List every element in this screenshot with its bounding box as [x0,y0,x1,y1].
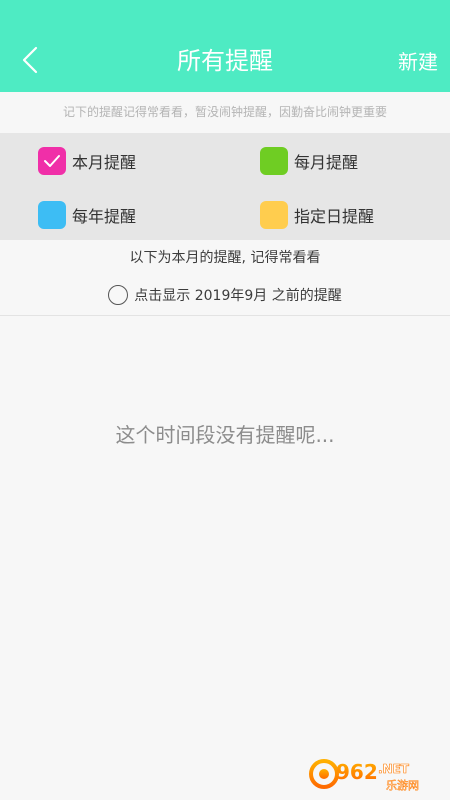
legend-item-this-month[interactable]: 本月提醒 [38,146,136,176]
legend-item-specific-date[interactable]: 指定日提醒 [260,200,374,230]
legend-item-yearly[interactable]: 每年提醒 [38,200,136,230]
header-bar: 所有提醒 新建 [0,0,450,92]
svg-text:962: 962 [336,760,378,784]
show-earlier-label: 点击显示 2019年9月 之前的提醒 [134,288,342,304]
show-earlier-toggle[interactable]: 点击显示 2019年9月 之前的提醒 [0,282,450,308]
watermark-logo: 962 .NET 乐游网 [309,759,419,792]
legend-label: 本月提醒 [72,153,137,172]
empty-state-text: 这个时间段没有提醒呢... [115,423,335,447]
this-month-swatch [38,147,66,175]
month-info-text: 以下为本月的提醒, 记得常看看 [129,250,321,266]
reminder-type-legend: 本月提醒 每月提醒 每年提醒 指定日提醒 [0,133,450,240]
reminder-list-screen: 所有提醒 新建 记下的提醒记得常看看，暂没闹钟提醒，因勤奋比闹钟更重要 本月提醒… [0,0,450,800]
svg-text:乐游网: 乐游网 [386,779,419,792]
page-title: 所有提醒 [177,47,273,75]
new-reminder-button[interactable]: 新建 [398,47,438,77]
divider [0,315,450,316]
legend-label: 每月提醒 [294,153,359,172]
monthly-swatch [260,147,288,175]
legend-item-monthly[interactable]: 每月提醒 [260,146,358,176]
legend-label: 指定日提醒 [294,207,375,226]
hint-text: 记下的提醒记得常看看，暂没闹钟提醒，因勤奋比闹钟更重要 [0,92,450,132]
checkmark-icon [44,155,60,167]
yearly-swatch [38,201,66,229]
legend-label: 每年提醒 [72,207,137,226]
svg-text:.NET: .NET [378,762,410,776]
specific-date-swatch [260,201,288,229]
radio-empty-icon[interactable] [108,285,129,305]
